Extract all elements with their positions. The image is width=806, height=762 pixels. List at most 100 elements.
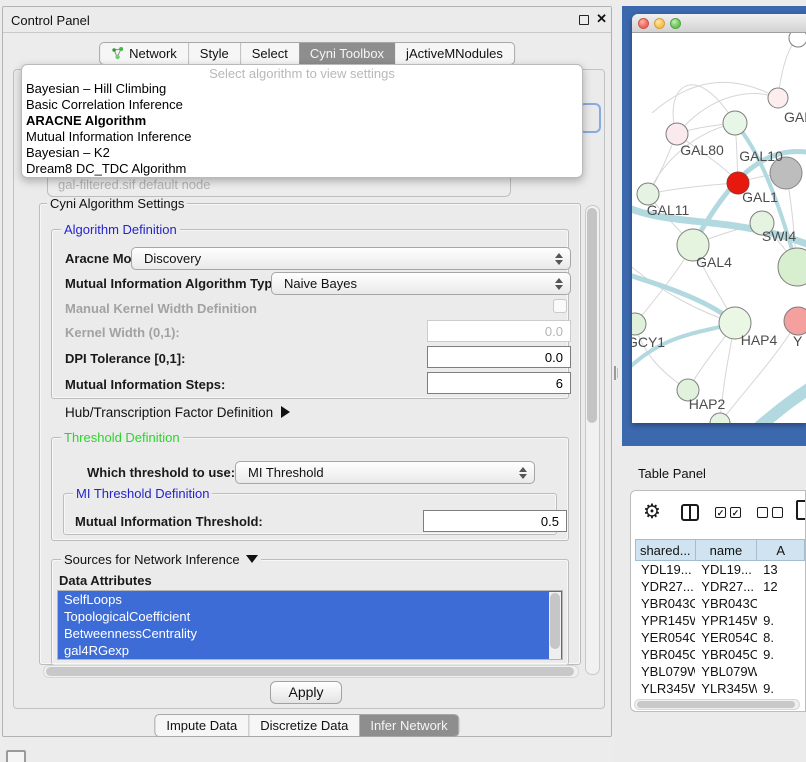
control-panel-window: Control Panel ✕ NetworkStyleSelectCyni T… bbox=[2, 6, 612, 737]
data-attributes-label: Data Attributes bbox=[59, 573, 152, 588]
table-cell[interactable]: YDR27... bbox=[695, 578, 757, 595]
table-cell[interactable]: YDL19... bbox=[635, 561, 695, 578]
table-cell[interactable]: YER054C bbox=[635, 629, 695, 646]
table-row[interactable]: YBR043CYBR043C bbox=[635, 595, 805, 612]
tab-jactivemnodules[interactable]: jActiveMNodules bbox=[395, 43, 514, 64]
tab-discretize-data[interactable]: Discretize Data bbox=[248, 715, 359, 736]
algorithm-option[interactable]: Bayesian – Hill Climbing bbox=[22, 81, 582, 97]
attribute-item[interactable]: SelfLoops bbox=[58, 591, 562, 608]
tab-select[interactable]: Select bbox=[240, 43, 299, 64]
which-threshold-combo[interactable]: MI Threshold bbox=[235, 461, 535, 484]
algorithm-option[interactable]: Mutual Information Inference bbox=[22, 129, 582, 145]
table-cell[interactable]: YER054C bbox=[695, 629, 757, 646]
scrollbar-thumb[interactable] bbox=[637, 701, 795, 708]
network-node[interactable] bbox=[778, 248, 806, 286]
close-icon[interactable]: ✕ bbox=[596, 11, 607, 27]
sources-group-header[interactable]: Sources for Network Inference bbox=[61, 552, 261, 567]
column-header[interactable]: shared... bbox=[635, 539, 696, 561]
network-node-gal10[interactable] bbox=[723, 111, 747, 135]
table-cell[interactable]: YBL079W bbox=[695, 663, 757, 680]
mi-steps-field[interactable] bbox=[427, 372, 571, 394]
table-cell[interactable]: YLR345W bbox=[695, 680, 757, 697]
unselect-all-columns-icon[interactable] bbox=[757, 507, 783, 518]
table-cell[interactable]: YDL19... bbox=[695, 561, 757, 578]
table-cell[interactable]: 12 bbox=[757, 578, 805, 595]
minimize-traffic-light-icon[interactable] bbox=[654, 18, 665, 29]
scrollbar-thumb[interactable] bbox=[587, 208, 597, 423]
table-cell[interactable]: 13 bbox=[757, 561, 805, 578]
table-cell[interactable]: YBR045C bbox=[635, 646, 695, 663]
float-window-icon[interactable] bbox=[579, 15, 589, 25]
column-header[interactable]: A bbox=[757, 539, 805, 561]
table-row[interactable]: YPR145WYPR145W9. bbox=[635, 612, 805, 629]
algorithm-option[interactable]: ARACNE Algorithm bbox=[22, 113, 582, 129]
algorithm-option[interactable]: Bayesian – K2 bbox=[22, 145, 582, 161]
zoom-traffic-light-icon[interactable] bbox=[670, 18, 681, 29]
collapsed-panel-icon[interactable] bbox=[6, 750, 26, 762]
hub-definition-label: Hub/Transcription Factor Definition bbox=[65, 405, 273, 420]
apply-button[interactable]: Apply bbox=[270, 681, 342, 704]
unchecked-box-icon bbox=[757, 507, 768, 518]
panel-divider-handle[interactable] bbox=[612, 366, 620, 380]
mi-type-combo[interactable]: Naive Bayes bbox=[271, 272, 571, 295]
table-row[interactable]: YBL079WYBL079W bbox=[635, 663, 805, 680]
checked-box-icon: ✓ bbox=[730, 507, 741, 518]
node-label: SWI4 bbox=[762, 228, 796, 244]
tab-cyni-toolbox[interactable]: Cyni Toolbox bbox=[299, 43, 395, 64]
algorithm-option[interactable]: Basic Correlation Inference bbox=[22, 97, 582, 113]
table-cell[interactable]: 8. bbox=[757, 629, 805, 646]
settings-vertical-scrollbar[interactable] bbox=[585, 205, 600, 675]
dpi-tolerance-field[interactable] bbox=[427, 346, 571, 368]
table-cell[interactable] bbox=[757, 663, 805, 680]
close-traffic-light-icon[interactable] bbox=[638, 18, 649, 29]
attribute-item[interactable]: BetweennessCentrality bbox=[58, 625, 562, 642]
network-node-gal[interactable] bbox=[768, 88, 788, 108]
cyni-settings-title: Cyni Algorithm Settings bbox=[47, 196, 187, 211]
tab-label: Impute Data bbox=[166, 718, 237, 733]
table-cell[interactable]: 9. bbox=[757, 612, 805, 629]
table-row[interactable]: YBR045CYBR045C9. bbox=[635, 646, 805, 663]
table-cell[interactable]: 9. bbox=[757, 680, 805, 697]
table-cell[interactable]: YBR043C bbox=[695, 595, 757, 612]
column-header[interactable]: name bbox=[696, 539, 758, 561]
attribute-item[interactable]: gal4RGexp bbox=[58, 642, 562, 659]
table-cell[interactable]: 9. bbox=[757, 646, 805, 663]
select-all-columns-icon[interactable]: ✓ ✓ bbox=[715, 507, 741, 518]
table-row[interactable]: YDL19...YDL19...13 bbox=[635, 561, 805, 578]
attributes-vertical-scrollbar[interactable] bbox=[549, 592, 561, 660]
network-window[interactable]: GALGAL80GAL10GAL1GAL11SWI4GAL4GCY1HAP4YH… bbox=[632, 14, 806, 423]
algorithm-option[interactable]: Dream8 DC_TDC Algorithm bbox=[22, 161, 582, 177]
manual-kernel-checkbox[interactable] bbox=[553, 299, 567, 313]
tab-style[interactable]: Style bbox=[188, 43, 240, 64]
hub-definition-toggle[interactable]: Hub/Transcription Factor Definition bbox=[65, 405, 290, 420]
kernel-width-field[interactable] bbox=[427, 320, 571, 342]
tab-impute-data[interactable]: Impute Data bbox=[155, 715, 248, 736]
table-cell[interactable]: YPR145W bbox=[635, 612, 695, 629]
settings-horizontal-scrollbar[interactable] bbox=[43, 665, 579, 678]
table-cell[interactable]: YBL079W bbox=[635, 663, 695, 680]
network-node-gcy1[interactable] bbox=[632, 313, 646, 335]
tab-infer-network[interactable]: Infer Network bbox=[359, 715, 458, 736]
tab-network[interactable]: Network bbox=[100, 43, 188, 64]
table-cell[interactable]: YLR345W bbox=[635, 680, 695, 697]
network-canvas[interactable]: GALGAL80GAL10GAL1GAL11SWI4GAL4GCY1HAP4YH… bbox=[632, 33, 806, 423]
table-cell[interactable]: YBR043C bbox=[635, 595, 695, 612]
table-row[interactable]: YLR345WYLR345W9. bbox=[635, 680, 805, 697]
scrollbar-thumb[interactable] bbox=[46, 667, 574, 676]
table-cell[interactable]: YPR145W bbox=[695, 612, 757, 629]
mi-threshold-field[interactable] bbox=[423, 510, 567, 532]
table-row[interactable]: YER054CYER054C8. bbox=[635, 629, 805, 646]
table-row[interactable]: YDR27...YDR27...12 bbox=[635, 578, 805, 595]
columns-icon[interactable] bbox=[681, 504, 699, 521]
aracne-mode-combo[interactable]: Discovery bbox=[131, 247, 571, 270]
table-cell[interactable]: YBR045C bbox=[695, 646, 757, 663]
gear-icon[interactable]: ⚙ bbox=[643, 499, 661, 524]
network-node[interactable] bbox=[789, 33, 806, 47]
new-table-icon[interactable] bbox=[796, 500, 806, 520]
table-horizontal-scrollbar[interactable] bbox=[634, 699, 800, 710]
table-cell[interactable]: YDR27... bbox=[635, 578, 695, 595]
scrollbar-thumb[interactable] bbox=[550, 593, 560, 649]
attribute-item[interactable]: TopologicalCoefficient bbox=[58, 608, 562, 625]
network-node-y[interactable] bbox=[784, 307, 806, 335]
table-cell[interactable] bbox=[757, 595, 805, 612]
